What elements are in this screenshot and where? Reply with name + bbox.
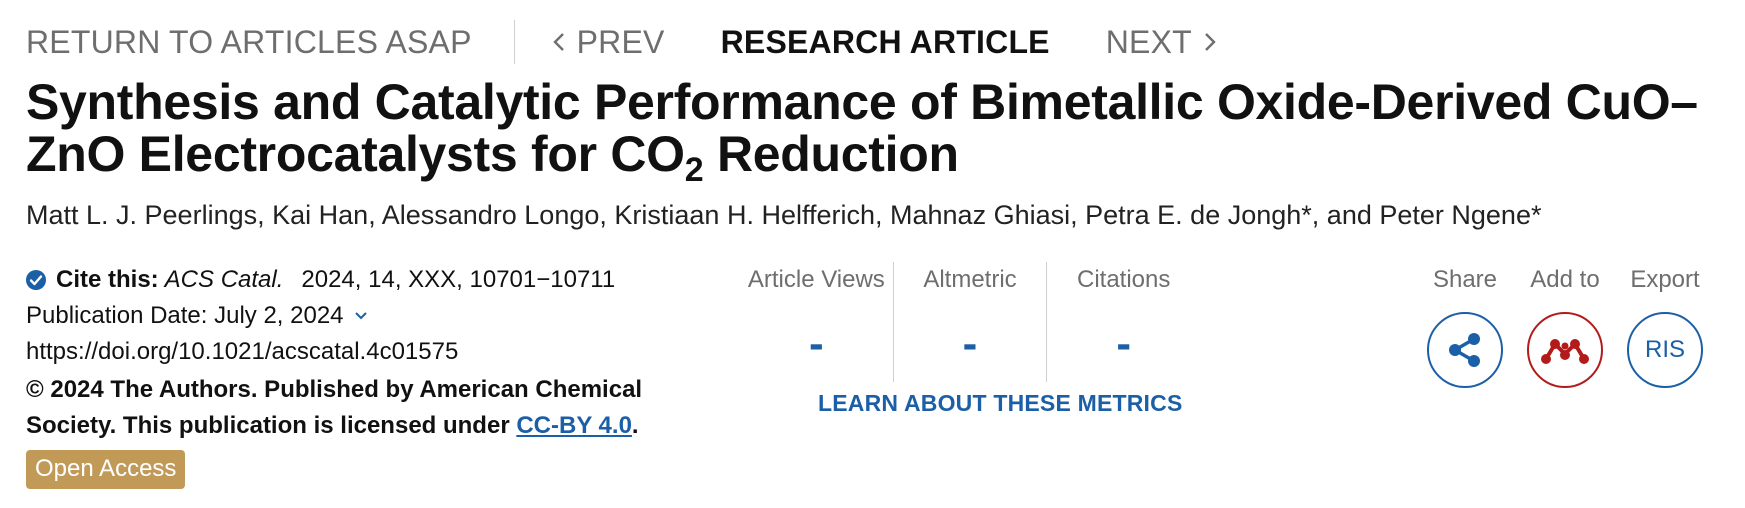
author-separator: , — [875, 200, 891, 230]
metric-value: - — [1116, 319, 1131, 368]
license-link[interactable]: CC-BY 4.0 — [516, 412, 632, 439]
prev-article-link[interactable]: PREV — [552, 23, 665, 61]
metric-label: Altmetric — [923, 266, 1017, 293]
share-action: Share — [1420, 262, 1510, 388]
export-action: Export RIS — [1620, 262, 1710, 388]
author-separator: , — [257, 200, 273, 230]
return-to-articles-link[interactable]: RETURN TO ARTICLES ASAP — [26, 24, 472, 61]
publication-date: Publication Date: July 2, 2024 — [26, 302, 344, 329]
author-name[interactable]: Mahnaz Ghiasi — [890, 200, 1070, 230]
corresponding-author-marker: * — [1301, 200, 1312, 230]
export-label: Export — [1630, 266, 1700, 293]
author-name[interactable]: Matt L. J. Peerlings — [26, 200, 257, 230]
cite-this-label: Cite this: — [56, 266, 159, 293]
citation-block: Cite this: ACS Catal. 2024, 14, XXX, 107… — [26, 262, 716, 489]
next-article-link[interactable]: NEXT — [1106, 24, 1216, 61]
article-title-subscript: 2 — [684, 151, 704, 189]
author-separator: , — [1070, 200, 1086, 230]
copyright-period: . — [631, 412, 639, 439]
metric-altmetric: Altmetric - — [892, 262, 1047, 382]
article-metrics: Article Views - Altmetric - Citations - — [740, 262, 1200, 382]
copyright-notice: © 2024 The Authors. Published by America… — [26, 372, 726, 444]
metric-value: - — [809, 319, 824, 368]
ris-label: RIS — [1644, 336, 1685, 363]
chevron-down-icon[interactable] — [354, 311, 368, 321]
author-name[interactable]: Peter Ngene — [1379, 200, 1531, 230]
author-name[interactable]: Kai Han — [272, 200, 368, 230]
author-separator: , — [599, 200, 615, 230]
add-to-action: Add to — [1520, 262, 1610, 388]
check-circle-icon — [26, 270, 46, 290]
share-label: Share — [1432, 266, 1498, 293]
doi-link[interactable]: https://doi.org/10.1021/acscatal.4c01575 — [26, 338, 458, 366]
author-list: Matt L. J. Peerlings, Kai Han, Alessandr… — [26, 198, 1726, 232]
share-button[interactable] — [1427, 312, 1503, 388]
doi-row: https://doi.org/10.1021/acscatal.4c01575 — [26, 334, 716, 370]
author-name[interactable]: Kristiaan H. Helfferich — [614, 200, 875, 230]
citation-details: 2024, 14, XXX, 10701−10711 — [301, 266, 616, 293]
article-top-nav: RETURN TO ARTICLES ASAP PREV RESEARCH AR… — [26, 18, 1216, 66]
chevron-right-icon — [1204, 32, 1216, 52]
metric-value: - — [962, 319, 978, 368]
article-title: Synthesis and Catalytic Performance of B… — [26, 76, 1716, 187]
next-label: NEXT — [1105, 23, 1192, 60]
metric-label: Citations — [1076, 266, 1171, 293]
share-icon — [1446, 331, 1484, 369]
article-actions: Share Add to Export RIS — [1420, 262, 1710, 388]
article-type-label: RESEARCH ARTICLE — [720, 23, 1050, 60]
author-name[interactable]: Petra E. de Jongh — [1085, 200, 1301, 230]
learn-about-metrics-link[interactable]: LEARN ABOUT THESE METRICS — [818, 390, 1183, 417]
publication-date-row[interactable]: Publication Date: July 2, 2024 — [26, 298, 716, 334]
metric-citations: Citations - — [1046, 262, 1200, 382]
chevron-left-icon — [552, 32, 565, 52]
corresponding-author-marker: * — [1530, 200, 1542, 230]
open-access-badge[interactable]: Open Access — [26, 450, 186, 489]
export-ris-button[interactable]: RIS — [1627, 312, 1703, 388]
nav-divider — [513, 20, 515, 64]
metric-label: Article Views — [747, 266, 885, 293]
author-separator: , — [368, 200, 382, 230]
add-to-label: Add to — [1530, 266, 1600, 293]
journal-name: ACS Catal. — [164, 266, 284, 293]
metric-article-views: Article Views - — [740, 262, 893, 382]
cite-this-row: Cite this: ACS Catal. 2024, 14, XXX, 107… — [26, 262, 716, 298]
author-separator-last: , and — [1311, 200, 1380, 230]
article-title-end: Reduction — [703, 126, 959, 182]
prev-label: PREV — [576, 23, 665, 60]
author-name[interactable]: Alessandro Longo — [382, 200, 600, 230]
add-to-mendeley-button[interactable] — [1527, 312, 1603, 388]
mendeley-icon — [1540, 335, 1590, 365]
